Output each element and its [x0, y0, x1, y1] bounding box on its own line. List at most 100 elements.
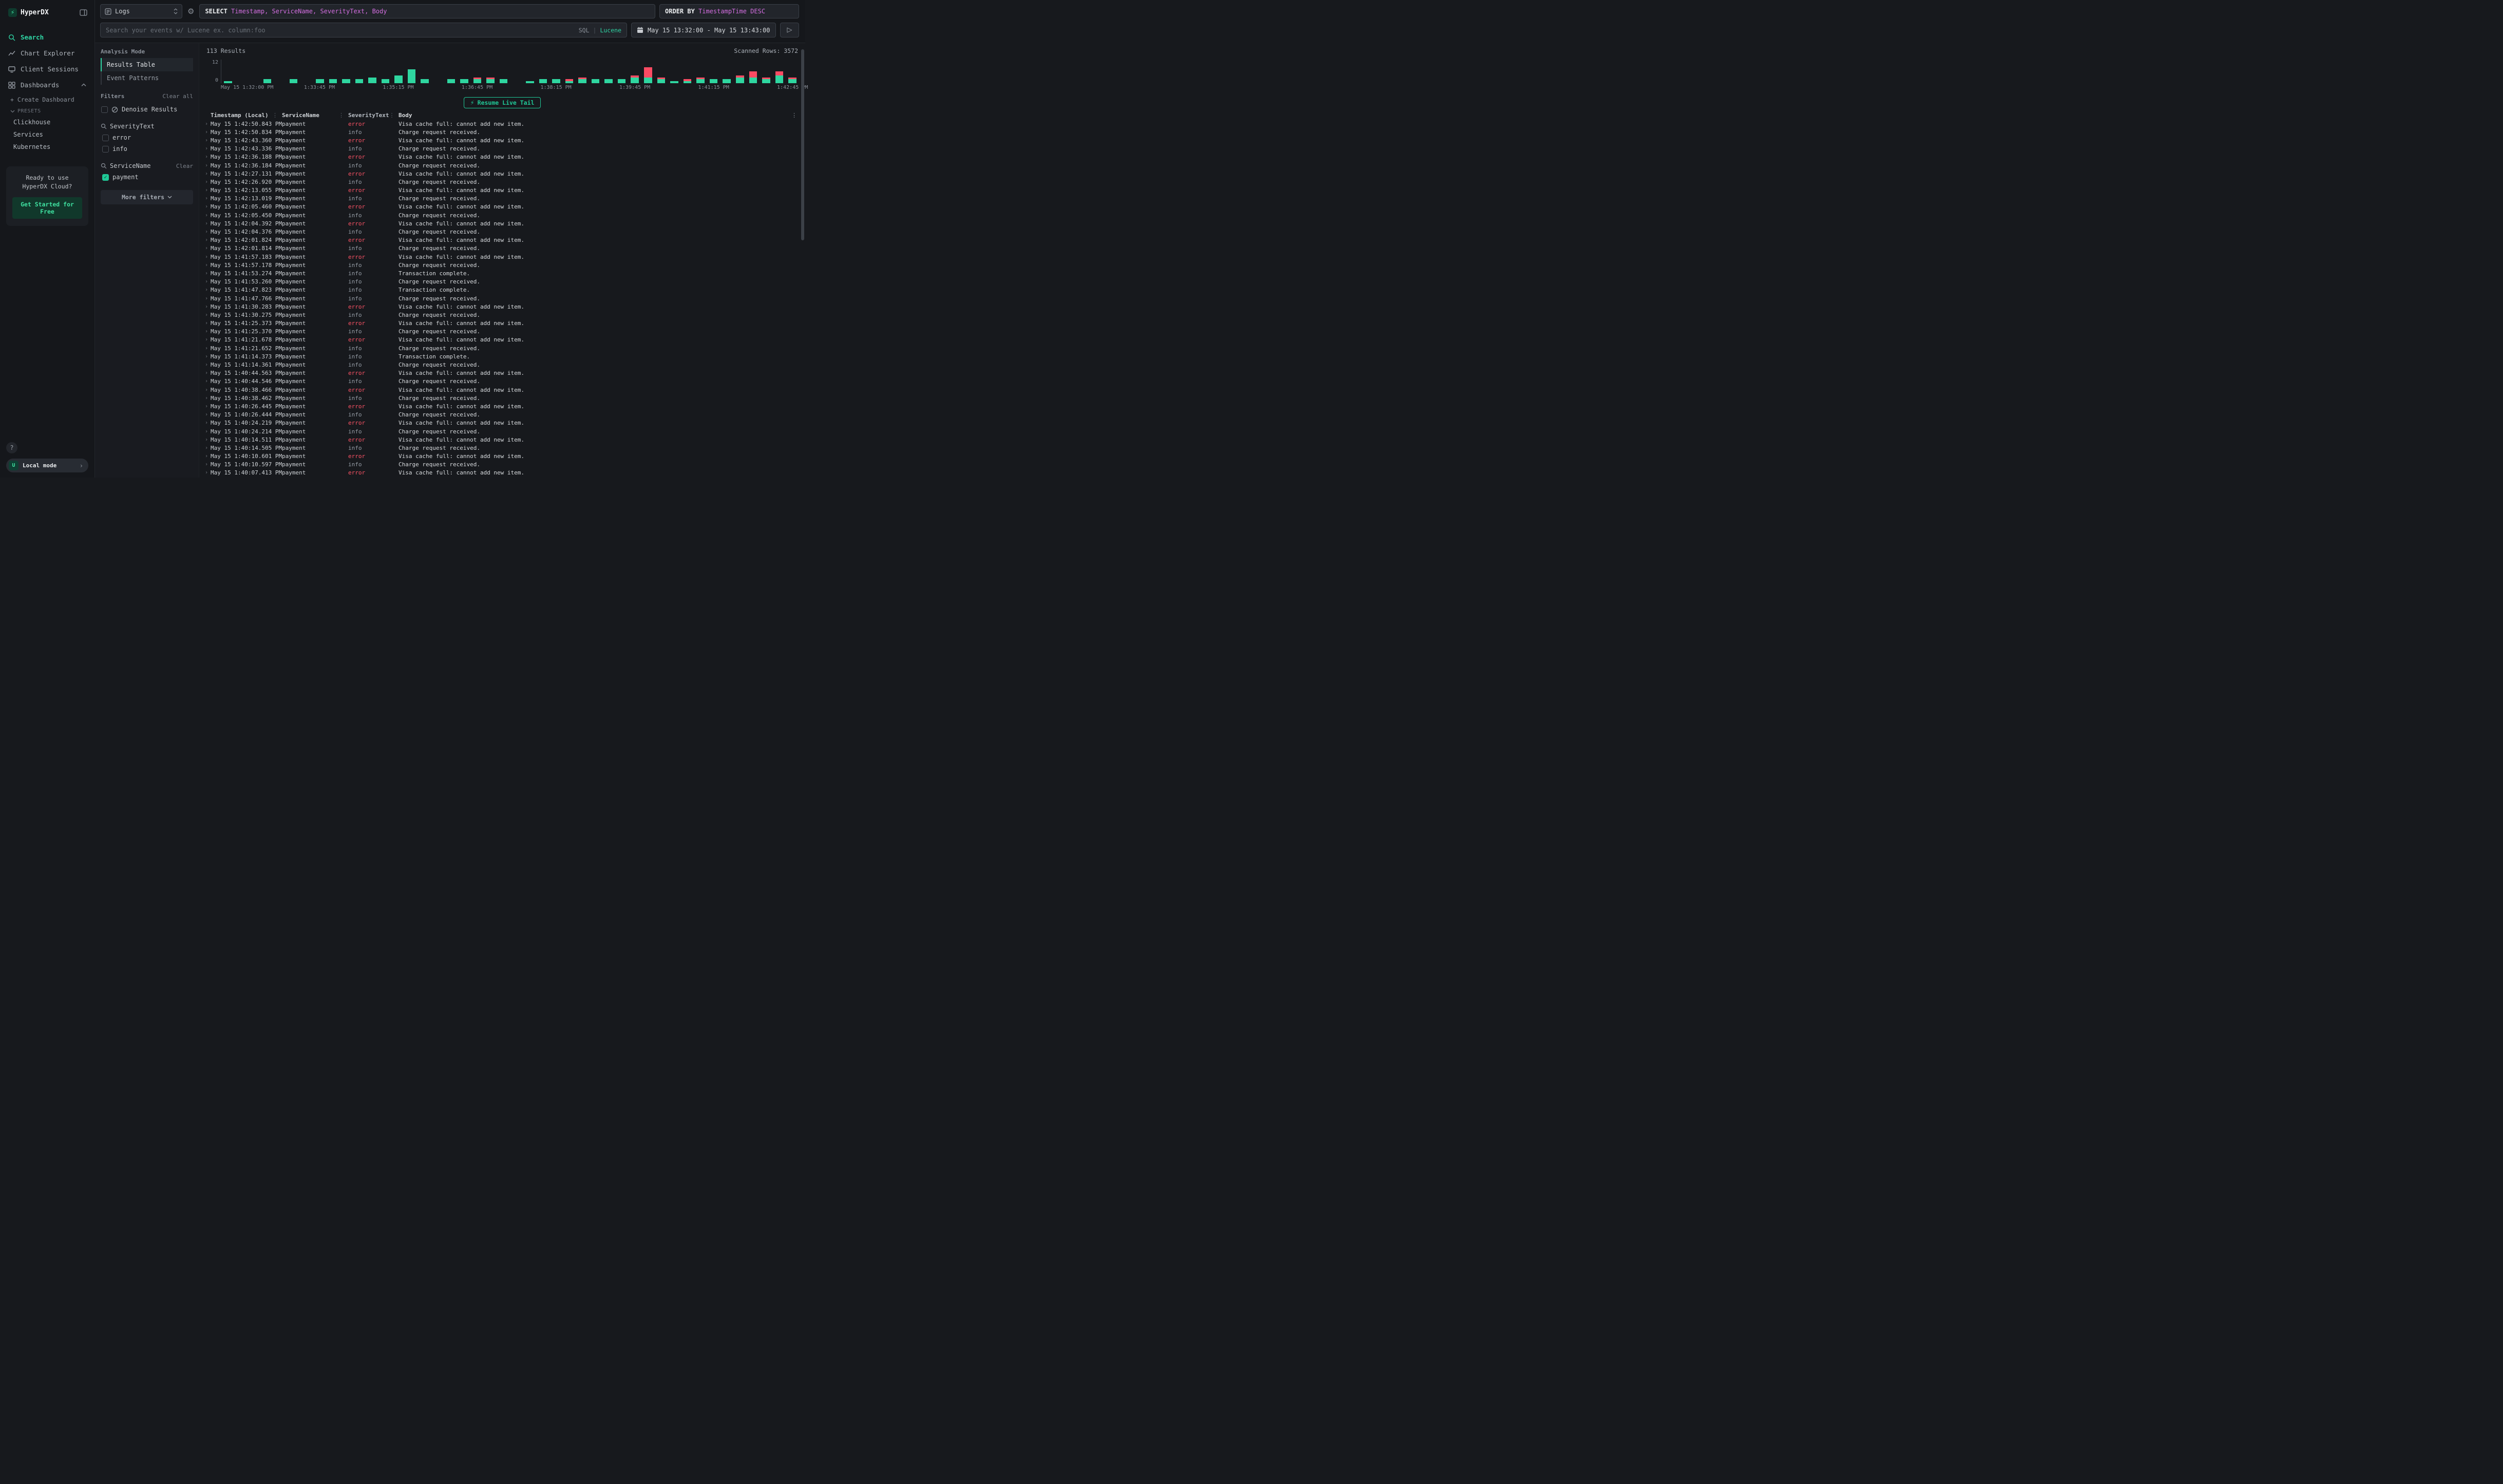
log-row[interactable]: › May 15 1:41:25.373 PM payment error Vi…: [202, 319, 805, 328]
row-expand-chevron-icon[interactable]: ›: [202, 296, 211, 301]
preset-kubernetes[interactable]: Kubernetes: [0, 141, 94, 153]
row-expand-chevron-icon[interactable]: ›: [202, 187, 211, 193]
histogram-bar[interactable]: [300, 60, 313, 83]
log-row[interactable]: › May 15 1:40:38.466 PM payment error Vi…: [202, 386, 805, 394]
row-expand-chevron-icon[interactable]: ›: [202, 138, 211, 143]
get-started-button[interactable]: Get Started for Free: [12, 197, 82, 219]
log-row[interactable]: › May 15 1:40:14.505 PM payment info Cha…: [202, 444, 805, 452]
local-mode-menu[interactable]: U Local mode ›: [6, 459, 88, 472]
log-row[interactable]: › May 15 1:40:26.444 PM payment info Cha…: [202, 411, 805, 419]
histogram-bar[interactable]: [523, 60, 537, 83]
mode-results-table[interactable]: Results Table: [101, 58, 193, 71]
row-expand-chevron-icon[interactable]: ›: [202, 470, 211, 475]
clear-all-filters-link[interactable]: Clear all: [162, 93, 193, 100]
histogram-bar[interactable]: [353, 60, 366, 83]
histogram-bar[interactable]: [366, 60, 379, 83]
row-expand-chevron-icon[interactable]: ›: [202, 204, 211, 210]
log-row[interactable]: › May 15 1:41:47.766 PM payment info Cha…: [202, 294, 805, 302]
date-range-picker[interactable]: May 15 13:32:00 - May 15 13:43:00: [631, 23, 776, 37]
column-header-timestamp[interactable]: Timestamp (Local): [211, 112, 269, 119]
log-row[interactable]: › May 15 1:42:01.814 PM payment info Cha…: [202, 244, 805, 253]
histogram-bar[interactable]: [274, 60, 287, 83]
histogram-bar[interactable]: [248, 60, 261, 83]
log-row[interactable]: › May 15 1:42:26.920 PM payment info Cha…: [202, 178, 805, 186]
log-row[interactable]: › May 15 1:41:30.283 PM payment error Vi…: [202, 302, 805, 311]
sidebar-item-search[interactable]: Search: [0, 29, 94, 45]
row-expand-chevron-icon[interactable]: ›: [202, 171, 211, 177]
histogram-bar[interactable]: [694, 60, 707, 83]
preset-clickhouse[interactable]: Clickhouse: [0, 116, 94, 128]
row-expand-chevron-icon[interactable]: ›: [202, 420, 211, 426]
row-expand-chevron-icon[interactable]: ›: [202, 163, 211, 168]
language-lucene-toggle[interactable]: Lucene: [600, 27, 621, 34]
row-expand-chevron-icon[interactable]: ›: [202, 279, 211, 284]
histogram-bar[interactable]: [615, 60, 629, 83]
histogram-bar[interactable]: [445, 60, 458, 83]
order-by-input[interactable]: ORDER BY TimestampTime DESC: [659, 4, 799, 18]
log-row[interactable]: › May 15 1:41:53.274 PM payment info Tra…: [202, 269, 805, 277]
column-header-servicename[interactable]: ServiceName: [282, 112, 319, 119]
histogram-bar[interactable]: [471, 60, 484, 83]
presets-toggle[interactable]: PRESETS: [0, 105, 94, 116]
sidebar-item-dashboards[interactable]: Dashboards: [0, 77, 94, 93]
log-row[interactable]: › May 15 1:42:05.450 PM payment info Cha…: [202, 211, 805, 219]
event-search-input[interactable]: Search your events w/ Lucene ex. column:…: [100, 23, 627, 37]
more-filters-button[interactable]: More filters: [101, 190, 193, 204]
row-expand-chevron-icon[interactable]: ›: [202, 213, 211, 218]
row-expand-chevron-icon[interactable]: ›: [202, 354, 211, 359]
log-row[interactable]: › May 15 1:40:24.214 PM payment info Cha…: [202, 427, 805, 435]
row-expand-chevron-icon[interactable]: ›: [202, 121, 211, 127]
column-resize-handle[interactable]: ⋮: [389, 112, 394, 119]
log-row[interactable]: › May 15 1:42:36.188 PM payment error Vi…: [202, 153, 805, 161]
select-clause-input[interactable]: SELECT Timestamp, ServiceName, SeverityT…: [199, 4, 655, 18]
log-row[interactable]: › May 15 1:41:47.823 PM payment info Tra…: [202, 286, 805, 294]
row-expand-chevron-icon[interactable]: ›: [202, 362, 211, 368]
row-expand-chevron-icon[interactable]: ›: [202, 395, 211, 401]
log-row[interactable]: › May 15 1:40:14.511 PM payment error Vi…: [202, 435, 805, 444]
brand[interactable]: ⚡ HyperDX: [8, 8, 49, 17]
row-expand-chevron-icon[interactable]: ›: [202, 196, 211, 201]
histogram-bar[interactable]: [405, 60, 419, 83]
language-sql-toggle[interactable]: SQL: [579, 27, 590, 34]
histogram-bar[interactable]: [668, 60, 681, 83]
live-tail-play-button[interactable]: ▷: [780, 23, 799, 37]
log-row[interactable]: › May 15 1:40:44.546 PM payment info Cha…: [202, 377, 805, 386]
histogram-bar[interactable]: [549, 60, 563, 83]
log-row[interactable]: › May 15 1:40:07.410 PM payment info Cha…: [202, 477, 805, 478]
histogram-bar[interactable]: [720, 60, 733, 83]
row-expand-chevron-icon[interactable]: ›: [202, 179, 211, 185]
histogram-bar[interactable]: [418, 60, 431, 83]
log-row[interactable]: › May 15 1:41:57.183 PM payment error Vi…: [202, 253, 805, 261]
log-row[interactable]: › May 15 1:41:14.361 PM payment info Cha…: [202, 360, 805, 369]
row-expand-chevron-icon[interactable]: ›: [202, 129, 211, 135]
row-expand-chevron-icon[interactable]: ›: [202, 304, 211, 310]
row-expand-chevron-icon[interactable]: ›: [202, 254, 211, 260]
row-expand-chevron-icon[interactable]: ›: [202, 346, 211, 351]
help-button[interactable]: ?: [6, 442, 17, 453]
histogram-bar[interactable]: [379, 60, 392, 83]
histogram-bar[interactable]: [655, 60, 668, 83]
histogram-bar[interactable]: [733, 60, 747, 83]
preset-services[interactable]: Services: [0, 128, 94, 141]
histogram-bar[interactable]: [327, 60, 340, 83]
filter-option-info[interactable]: info: [102, 143, 193, 155]
row-expand-chevron-icon[interactable]: ›: [202, 462, 211, 467]
histogram-bar[interactable]: [510, 60, 523, 83]
row-expand-chevron-icon[interactable]: ›: [202, 287, 211, 293]
log-row[interactable]: › May 15 1:42:43.360 PM payment error Vi…: [202, 136, 805, 144]
histogram-bar[interactable]: [221, 60, 235, 83]
denoise-results-checkbox[interactable]: Denoise Results: [101, 104, 193, 115]
histogram-bar[interactable]: [313, 60, 327, 83]
histogram-bar[interactable]: [339, 60, 353, 83]
clear-group-link[interactable]: Clear: [176, 163, 193, 169]
histogram-bar[interactable]: [641, 60, 655, 83]
log-row[interactable]: › May 15 1:42:01.824 PM payment error Vi…: [202, 236, 805, 244]
column-header-severitytext[interactable]: SeverityText: [348, 112, 389, 119]
histogram-bar[interactable]: [589, 60, 602, 83]
create-dashboard-link[interactable]: + Create Dashboard: [0, 93, 94, 105]
histogram-bar[interactable]: [484, 60, 497, 83]
row-expand-chevron-icon[interactable]: ›: [202, 154, 211, 160]
row-expand-chevron-icon[interactable]: ›: [202, 387, 211, 393]
histogram-bar[interactable]: [760, 60, 773, 83]
column-resize-handle[interactable]: ⋮: [272, 112, 278, 119]
